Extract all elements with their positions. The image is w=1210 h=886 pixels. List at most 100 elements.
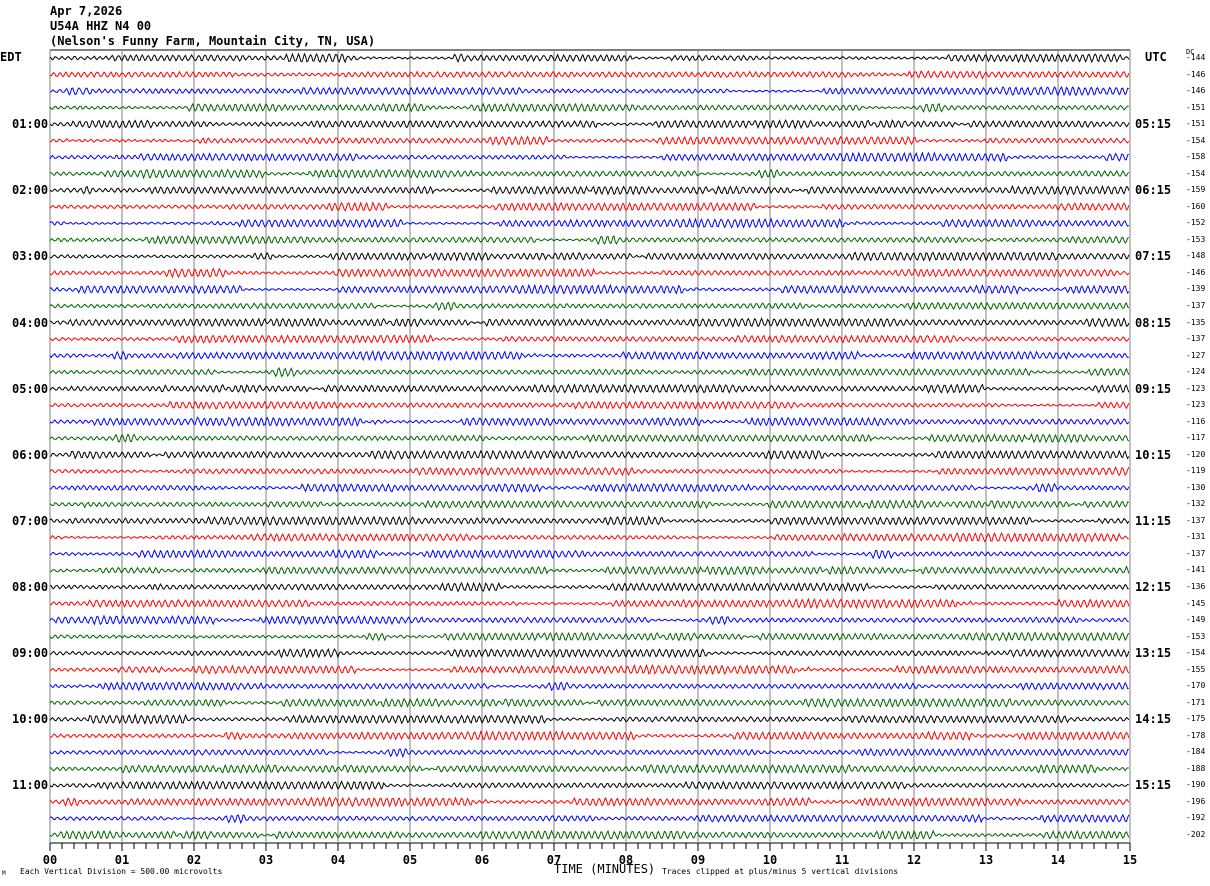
dc-offset-label: -188 bbox=[1186, 763, 1206, 773]
seismic-trace bbox=[49, 400, 1130, 411]
dc-offset-label: -146 bbox=[1186, 267, 1206, 277]
left-time-label: 05:00 bbox=[12, 381, 49, 396]
seismic-trace bbox=[49, 614, 1129, 626]
scale-text: Each Vertical Division = 500.00 microvol… bbox=[20, 867, 223, 876]
dc-offset-label: -149 bbox=[1186, 615, 1206, 625]
seismic-trace bbox=[49, 102, 1129, 113]
dc-offset-label: -135 bbox=[1186, 317, 1206, 327]
x-tick-label: 12 bbox=[907, 853, 921, 867]
x-tick-label: 02 bbox=[187, 853, 201, 867]
right-time-label: 12:15 bbox=[1135, 580, 1172, 595]
left-time-label: 11:00 bbox=[12, 778, 49, 793]
right-time-label: 05:15 bbox=[1135, 117, 1172, 132]
left-time-label: 03:00 bbox=[12, 249, 49, 264]
dc-offset-label: -192 bbox=[1186, 813, 1206, 823]
dc-offset-label: -116 bbox=[1186, 416, 1206, 426]
x-tick-label: 05 bbox=[403, 853, 417, 867]
dc-offset-label: -153 bbox=[1186, 234, 1206, 244]
dc-offset-label: -153 bbox=[1186, 631, 1206, 641]
dc-offset-label: -137 bbox=[1186, 548, 1206, 558]
dc-offset-label: -190 bbox=[1186, 780, 1206, 790]
dc-offset-label: -132 bbox=[1186, 499, 1206, 509]
seismic-trace bbox=[49, 780, 1129, 791]
seismic-trace bbox=[49, 86, 1129, 97]
dc-offset-label: -123 bbox=[1186, 400, 1206, 410]
seismic-trace bbox=[49, 631, 1130, 642]
dc-offset-label: -151 bbox=[1186, 102, 1206, 112]
corner-mark: M bbox=[2, 870, 6, 877]
seismic-trace bbox=[49, 813, 1130, 825]
x-tick-label: 04 bbox=[331, 853, 345, 867]
seismic-trace bbox=[49, 283, 1130, 296]
right-time-label: 11:15 bbox=[1135, 513, 1172, 528]
seismic-trace bbox=[49, 52, 1130, 64]
seismic-trace bbox=[49, 184, 1130, 196]
dc-offset-label: -152 bbox=[1186, 218, 1206, 228]
seismic-trace bbox=[49, 763, 1129, 775]
seismic-trace bbox=[49, 234, 1130, 246]
left-time-label: 09:00 bbox=[12, 646, 49, 661]
dc-offset-label: -202 bbox=[1186, 830, 1206, 839]
x-tick-label: 11 bbox=[835, 853, 849, 867]
dc-offset-label: -155 bbox=[1186, 664, 1206, 674]
dc-offset-label: -154 bbox=[1186, 135, 1206, 145]
seismic-trace bbox=[49, 697, 1129, 709]
left-time-label: 10:00 bbox=[12, 712, 49, 727]
dc-offset-label: -170 bbox=[1186, 681, 1206, 691]
x-tick-label: 01 bbox=[115, 853, 129, 867]
seismic-trace bbox=[49, 713, 1130, 725]
x-axis-label: TIME (MINUTES) bbox=[554, 862, 656, 876]
left-time-label: 06:00 bbox=[12, 447, 49, 462]
dc-offset-label: -151 bbox=[1186, 119, 1206, 129]
dc-offset-label: -137 bbox=[1186, 334, 1206, 344]
left-time-label: 01:00 bbox=[12, 117, 49, 132]
dc-offset-label: -123 bbox=[1186, 383, 1206, 393]
seismic-trace bbox=[49, 647, 1130, 659]
left-time-label: 07:00 bbox=[12, 513, 49, 528]
dc-offset-label: -137 bbox=[1186, 515, 1206, 525]
seismic-trace bbox=[49, 217, 1130, 229]
seismic-trace bbox=[49, 151, 1130, 163]
seismic-trace bbox=[49, 747, 1129, 759]
seismic-trace bbox=[49, 267, 1130, 279]
right-time-label: 14:15 bbox=[1135, 712, 1172, 727]
x-tick-label: 15 bbox=[1123, 853, 1137, 867]
seismic-trace bbox=[49, 416, 1130, 428]
dc-offset-label: -120 bbox=[1186, 449, 1206, 459]
dc-offset-label: -137 bbox=[1186, 300, 1206, 310]
seismic-trace bbox=[49, 482, 1130, 493]
seismic-trace bbox=[49, 449, 1130, 461]
dc-offset-label: -130 bbox=[1186, 482, 1206, 492]
dc-offset-label: -127 bbox=[1186, 350, 1206, 360]
dc-offset-label: -154 bbox=[1186, 168, 1206, 178]
dc-offset-label: -196 bbox=[1186, 796, 1206, 806]
dc-offset-label: -178 bbox=[1186, 730, 1206, 740]
seismic-trace bbox=[49, 316, 1130, 328]
seismic-trace bbox=[49, 829, 1130, 841]
dc-offset-label: -124 bbox=[1186, 367, 1206, 377]
left-time-label: 02:00 bbox=[12, 183, 49, 198]
dc-offset-label: -154 bbox=[1186, 648, 1206, 658]
x-tick-label: 03 bbox=[259, 853, 273, 867]
right-time-label: 06:15 bbox=[1135, 183, 1172, 198]
seismic-trace bbox=[49, 796, 1130, 808]
dc-offset-label: -175 bbox=[1186, 714, 1206, 724]
seismic-trace bbox=[49, 515, 1130, 527]
seismic-trace bbox=[49, 581, 1129, 593]
dc-offset-label: -136 bbox=[1186, 582, 1206, 592]
left-time-label: 08:00 bbox=[12, 580, 49, 595]
seismic-trace bbox=[49, 350, 1129, 362]
dc-offset-label: -160 bbox=[1186, 201, 1206, 211]
right-time-label: 10:15 bbox=[1135, 447, 1172, 462]
seismic-trace bbox=[49, 433, 1130, 444]
right-time-label: 15:15 bbox=[1135, 778, 1172, 793]
seismic-trace bbox=[49, 499, 1130, 510]
x-tick-label: 06 bbox=[475, 853, 489, 867]
seismic-trace bbox=[49, 119, 1130, 130]
seismic-trace bbox=[49, 367, 1130, 378]
right-time-label: 08:15 bbox=[1135, 315, 1172, 330]
dc-offset-label: -159 bbox=[1186, 185, 1206, 195]
seismic-trace bbox=[49, 251, 1130, 262]
dc-offset-label: -131 bbox=[1186, 532, 1206, 542]
dc-offset-label: -146 bbox=[1186, 69, 1206, 79]
